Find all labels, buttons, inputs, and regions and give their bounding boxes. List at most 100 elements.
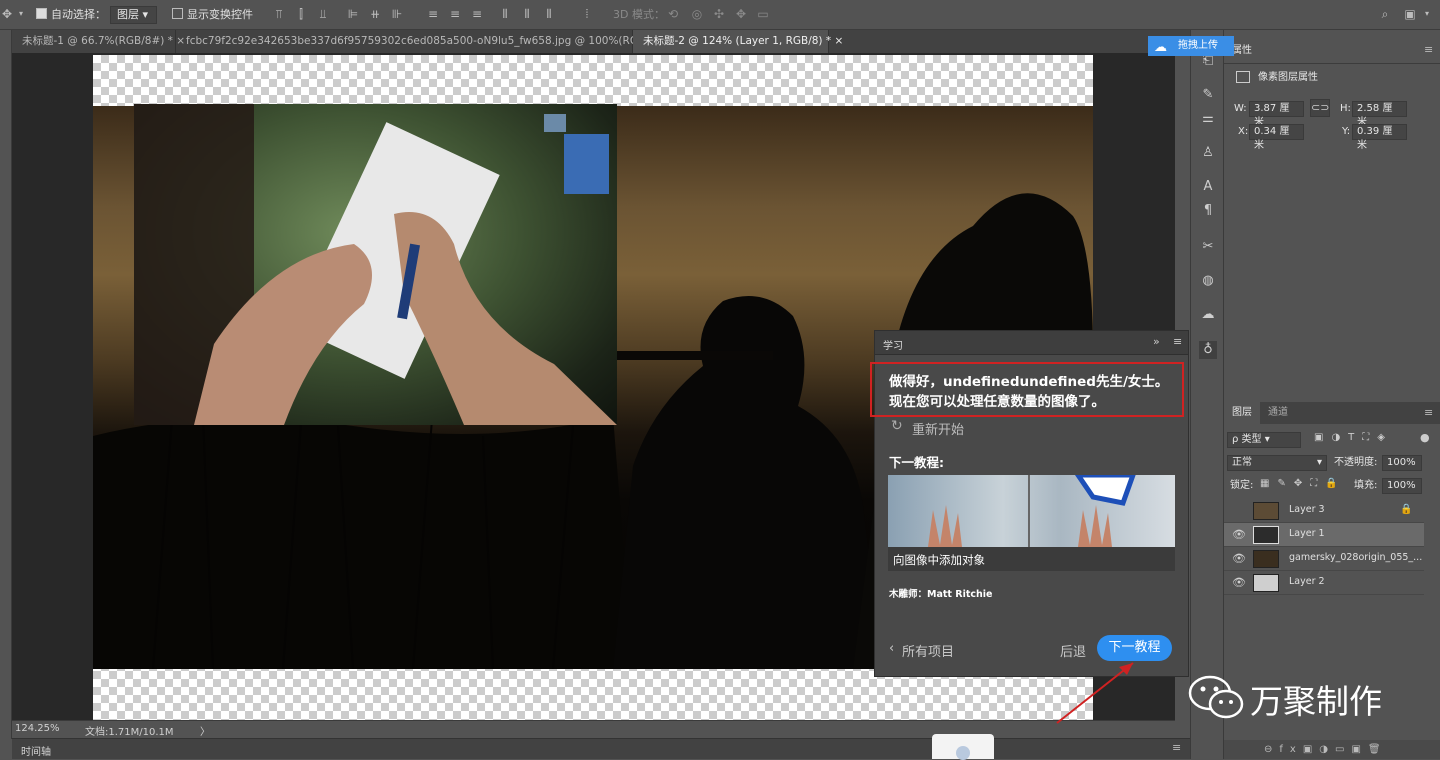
blend-mode-value: 正常 xyxy=(1232,457,1252,468)
distribute-vcenter-icon[interactable]: ≡ xyxy=(448,7,462,21)
tools-icon[interactable]: ✂ xyxy=(1199,238,1217,256)
show-transform-checkbox[interactable]: 显示变换控件 xyxy=(172,7,253,23)
blend-mode-dropdown[interactable]: 正常 ▾ xyxy=(1227,455,1327,471)
align-right-icon[interactable]: ⊪ xyxy=(390,7,404,21)
layer-row-layer-2[interactable]: 👁 Layer 2 xyxy=(1224,571,1424,595)
auto-align-icon[interactable]: ⦙ xyxy=(580,7,594,21)
layer-1-photo[interactable] xyxy=(134,104,617,425)
layer-row-layer-3[interactable]: Layer 3 🔒 xyxy=(1224,499,1424,523)
align-hcenter-icon[interactable]: ⧺ xyxy=(368,7,382,21)
3d-slide-icon[interactable]: ✥ xyxy=(734,7,748,21)
layer-thumbnail xyxy=(1253,574,1279,592)
3d-roll-icon[interactable]: ◎ xyxy=(690,7,704,21)
width-field[interactable]: 3.87 厘米 xyxy=(1249,101,1304,128)
layer-filter-icons[interactable]: ▣◑T⛶◈ xyxy=(1314,432,1393,443)
restart-link[interactable]: 重新开始 xyxy=(912,419,964,438)
auto-select-checkbox[interactable]: 自动选择： xyxy=(36,7,106,23)
tools-panel xyxy=(0,30,12,739)
highlight-box xyxy=(870,362,1184,417)
adjustments-icon[interactable]: ⚌ xyxy=(1199,110,1217,128)
learn-icon[interactable]: ♁ xyxy=(1199,341,1217,359)
upload-button[interactable]: ☁ 拖拽上传 xyxy=(1148,36,1234,56)
tab-layers[interactable]: 图层 xyxy=(1224,402,1260,424)
3d-orbit-icon[interactable]: ⟲ xyxy=(666,7,680,21)
libraries-icon[interactable]: ◍ xyxy=(1199,272,1217,290)
floating-widget[interactable] xyxy=(932,734,994,760)
close-icon[interactable]: × xyxy=(834,35,843,47)
panel-menu-icon[interactable]: ≡ xyxy=(1424,406,1433,419)
layer-name[interactable]: Layer 3 xyxy=(1289,504,1325,515)
layer-row-layer-1[interactable]: 👁 Layer 1 xyxy=(1224,523,1424,547)
paragraph-icon[interactable]: ¶ xyxy=(1199,202,1217,220)
tutorial-author: 木雕师：Matt Ritchie xyxy=(889,589,993,600)
align-left-icon[interactable]: ⊫ xyxy=(346,7,360,21)
opacity-field[interactable]: 100% xyxy=(1382,455,1422,471)
fill-field[interactable]: 100% xyxy=(1382,478,1422,494)
zoom-readout[interactable]: 124.25% xyxy=(15,723,60,734)
eye-icon[interactable]: 👁 xyxy=(1232,576,1246,589)
panel-menu-icon[interactable]: ≡ xyxy=(1172,741,1181,754)
3d-pan-icon[interactable]: ✣ xyxy=(712,7,726,21)
panel-menu-icon[interactable]: ≡ xyxy=(1424,43,1433,56)
layer-row-gamersky[interactable]: 👁 gamersky_028origin_055_... xyxy=(1224,547,1424,571)
status-menu-arrow[interactable]: 〉 xyxy=(200,723,210,738)
auto-select-value: 图层 xyxy=(117,8,139,21)
workspace-chevron-icon[interactable]: ▾ xyxy=(1420,7,1434,21)
clone-source-icon[interactable]: ♙ xyxy=(1199,144,1217,162)
all-projects-link[interactable]: 所有项目 xyxy=(902,641,954,660)
layer-filter-dropdown[interactable]: ρ 类型 ▾ xyxy=(1227,432,1301,448)
link-icon[interactable]: ⊂⊃ xyxy=(1310,99,1330,117)
tab-channels[interactable]: 通道 xyxy=(1260,402,1296,424)
distribute-left-icon[interactable]: ⦀ xyxy=(498,7,512,21)
panel-icon-strip: ⎗ ✎ ⚌ ♙ A ¶ ✂ ◍ ☁ ♁ xyxy=(1190,30,1224,759)
layer-name[interactable]: Layer 2 xyxy=(1289,576,1325,587)
opacity-label: 不透明度: xyxy=(1334,457,1378,468)
timeline-panel: 时间轴 ≡ xyxy=(12,738,1190,759)
3d-scale-icon[interactable]: ▭ xyxy=(756,7,770,21)
filter-toggle-icon[interactable]: ● xyxy=(1420,431,1430,447)
collapse-icon[interactable]: » xyxy=(1153,335,1160,348)
panel-menu-icon[interactable]: ≡ xyxy=(1173,335,1182,348)
layers-panel-header: 图层 通道 ≡ xyxy=(1224,402,1440,424)
align-vcenter-icon[interactable]: ⫿ xyxy=(294,7,308,21)
auto-select-dropdown[interactable]: 图层 ▾ xyxy=(110,6,157,24)
3d-mode-label: 3D 模式： xyxy=(613,8,665,21)
back-chevron-icon[interactable]: ‹ xyxy=(889,641,894,656)
align-bottom-icon[interactable]: ⫫ xyxy=(316,7,330,21)
layer-name[interactable]: Layer 1 xyxy=(1289,528,1325,539)
show-transform-label: 显示变换控件 xyxy=(187,8,253,21)
tab-document-2[interactable]: fcbc79f2c92e342653be337d6f95759302c6ed08… xyxy=(176,30,680,53)
right-panels: 属性 ≡ 像素图层属性 W: 3.87 厘米 ⊂⊃ H: 2.58 厘米 X: … xyxy=(1224,30,1440,759)
x-label: X: xyxy=(1238,126,1249,137)
layer-name[interactable]: gamersky_028origin_055_... xyxy=(1289,552,1422,563)
height-field[interactable]: 2.58 厘米 xyxy=(1352,101,1407,128)
search-icon[interactable]: ⌕ xyxy=(1378,7,1392,21)
workspace-icon[interactable]: ▣ xyxy=(1403,7,1417,21)
tool-preset-chevron-icon[interactable]: ▾ xyxy=(14,7,28,21)
character-icon[interactable]: A xyxy=(1199,178,1217,196)
eye-icon[interactable]: 👁 xyxy=(1232,528,1246,541)
learn-panel-header: 学习 » ≡ xyxy=(875,331,1188,355)
x-field[interactable]: 0.34 厘米 xyxy=(1249,124,1304,151)
auto-select-label: 自动选择： xyxy=(51,8,106,21)
distribute-top-icon[interactable]: ≡ xyxy=(426,7,440,21)
restart-icon[interactable]: ↻ xyxy=(891,418,903,434)
eye-icon[interactable]: 👁 xyxy=(1232,552,1246,565)
next-tutorial-card[interactable]: 向图像中添加对象 xyxy=(888,475,1175,571)
tutorial-caption-bar: 向图像中添加对象 xyxy=(888,547,1175,571)
distribute-bottom-icon[interactable]: ≡ xyxy=(470,7,484,21)
move-tool-icon[interactable]: ✥ xyxy=(0,7,14,21)
layer-thumbnail xyxy=(1253,550,1279,568)
creative-cloud-icon[interactable]: ☁ xyxy=(1199,306,1217,324)
tab-document-3[interactable]: 未标题-2 @ 124% (Layer 1, RGB/8) * × xyxy=(633,30,843,53)
brush-icon[interactable]: ✎ xyxy=(1199,86,1217,104)
distribute-hcenter-icon[interactable]: ⦀ xyxy=(520,7,534,21)
layers-footer-icons[interactable]: ⊖fx▣◑▭▣🗑 xyxy=(1224,740,1440,759)
tab-document-1[interactable]: 未标题-1 @ 66.7%(RGB/8#) * × xyxy=(12,30,185,53)
cloud-icon: ☁ xyxy=(1154,40,1167,55)
lock-options-icons[interactable]: ▦✎✥⛶🔒 xyxy=(1260,478,1346,489)
distribute-right-icon[interactable]: ⦀ xyxy=(542,7,556,21)
align-top-icon[interactable]: ⫪ xyxy=(272,7,286,21)
y-field[interactable]: 0.39 厘米 xyxy=(1352,124,1407,151)
timeline-tab[interactable]: 时间轴 xyxy=(21,743,51,758)
